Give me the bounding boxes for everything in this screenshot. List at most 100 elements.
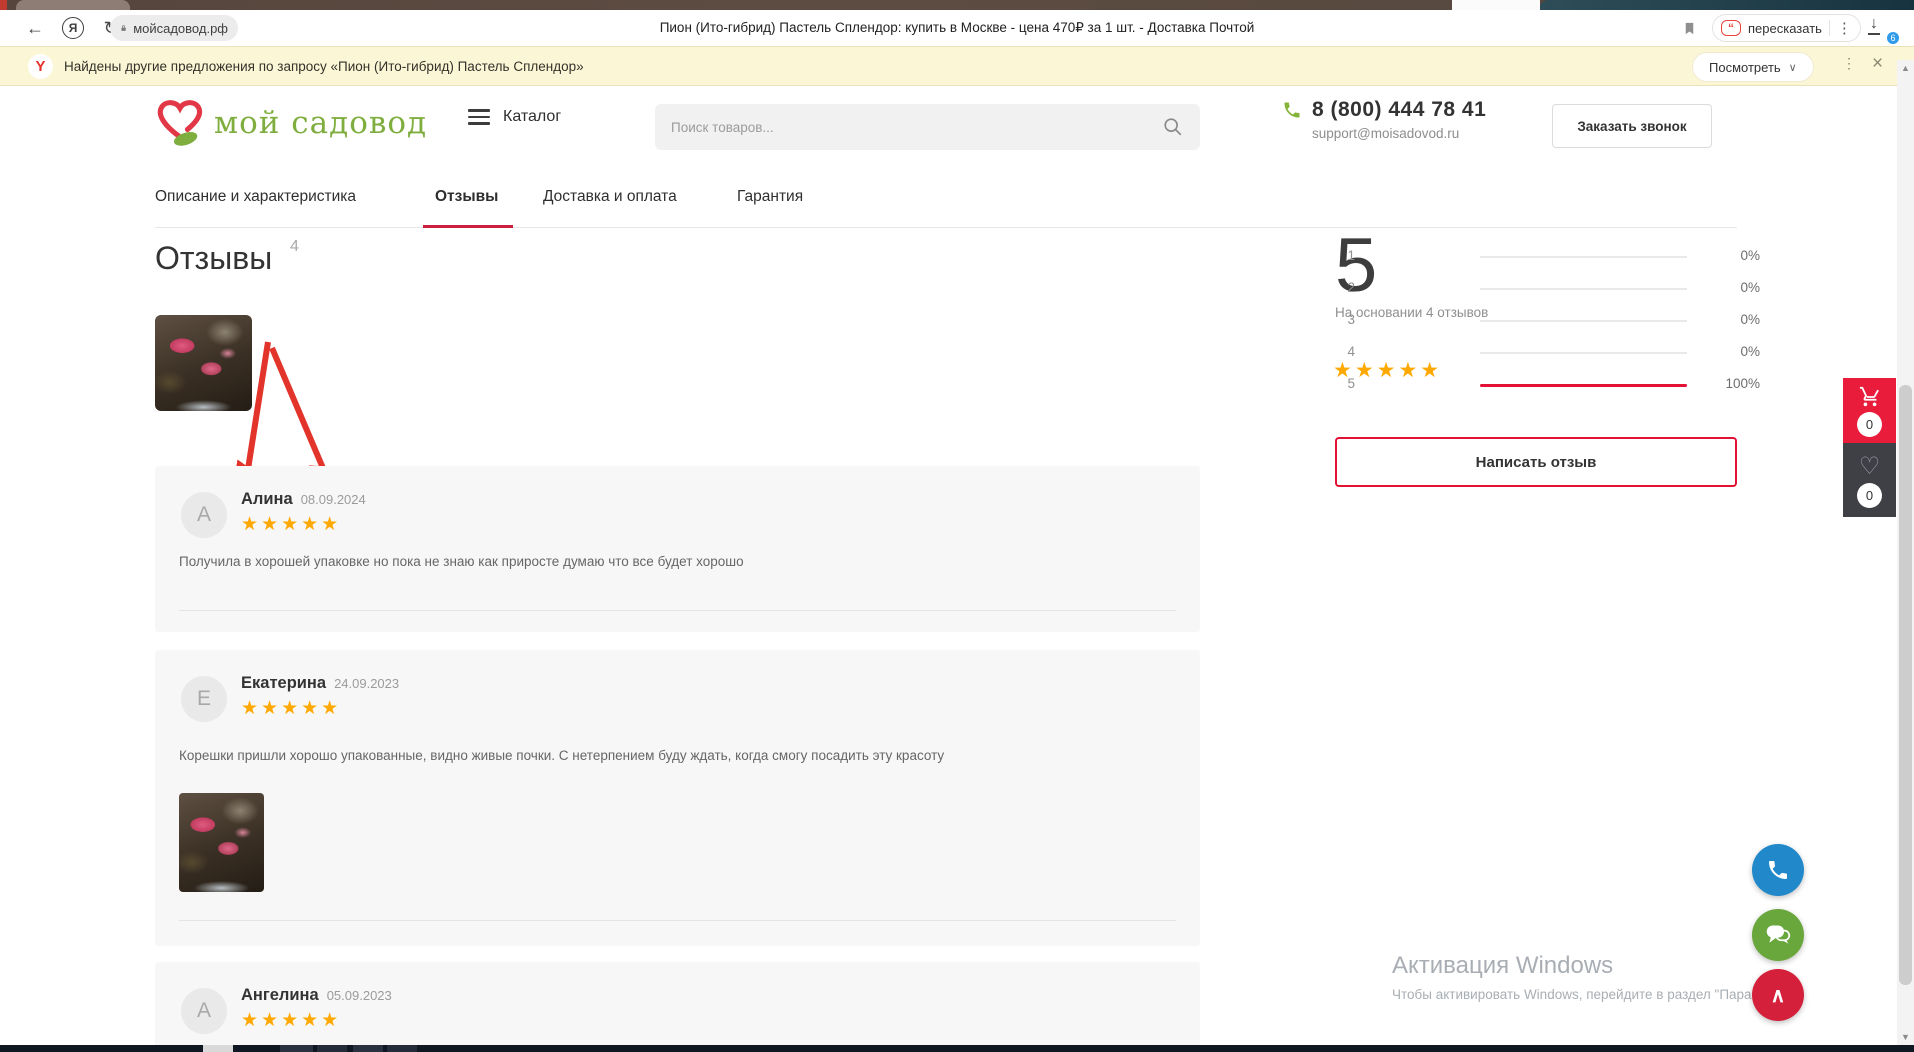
write-review-button[interactable]: Написать отзыв <box>1335 437 1737 487</box>
yandex-notification-bar: Y Найдены другие предложения по запросу … <box>0 46 1914 86</box>
divider <box>179 610 1176 611</box>
support-email[interactable]: support@moisadovod.ru <box>1312 126 1486 141</box>
search-box <box>655 104 1200 150</box>
browser-page-title: Пион (Ито-гибрид) Пастель Сплендор: купи… <box>457 10 1457 46</box>
phone-number[interactable]: 8 (800) 444 78 41 <box>1312 98 1486 122</box>
windows-watermark: Активация Windows Чтобы активировать Win… <box>1392 952 1800 1002</box>
review-date: 05.09.2023 <box>327 988 392 1003</box>
favorites-button[interactable]: ♡ 0 <box>1843 443 1896 517</box>
scrollbar-thumb[interactable] <box>1899 385 1912 985</box>
catalog-label: Каталог <box>503 108 561 126</box>
review-photo-thumbnail[interactable] <box>155 315 252 411</box>
chevron-up-icon: ∧ <box>1771 983 1786 1008</box>
phone-icon <box>1766 858 1790 882</box>
cart-button[interactable]: 0 <box>1843 378 1896 443</box>
bar-percent: 100% <box>1715 376 1760 391</box>
screen: ← Я ↻ мойсадовод.рф Пион (Ито-гибрид) Па… <box>0 0 1914 1052</box>
yandex-letter: Я <box>62 17 84 39</box>
rating-bar-row: 5 100% <box>1335 376 1760 392</box>
bookmark-icon[interactable] <box>1676 10 1702 46</box>
notification-close-icon[interactable]: × <box>1872 53 1883 75</box>
review-stars: ★★★★★ <box>241 513 366 536</box>
bar-percent: 0% <box>1715 248 1760 263</box>
search-icon[interactable] <box>1162 116 1184 138</box>
reviews-title: Отзывы <box>155 240 272 277</box>
site-logo[interactable]: мой садовод <box>152 96 427 150</box>
bar-track <box>1480 320 1687 322</box>
chat-fab[interactable] <box>1752 909 1804 961</box>
avatar: Е <box>181 676 227 722</box>
bar-track <box>1480 352 1687 354</box>
reviewer-name: Екатерина <box>241 674 326 692</box>
browser-tab-right[interactable] <box>1540 0 1914 10</box>
retell-menu-dots-icon[interactable]: ⋮ <box>1837 19 1852 37</box>
rating-bar-row: 1 0% <box>1335 248 1760 264</box>
hamburger-icon <box>468 109 490 125</box>
bar-percent: 0% <box>1715 344 1760 359</box>
site-header: мой садовод Каталог 8 (800) 444 78 41 su… <box>0 86 1914 178</box>
downloads-button[interactable]: ↓ 6 <box>1868 15 1894 41</box>
taskbar-sliver <box>0 1045 1914 1052</box>
reviewer-name: Алина <box>241 490 293 508</box>
scroll-to-top-fab[interactable]: ∧ <box>1752 969 1804 1021</box>
bar-track <box>1480 384 1687 386</box>
catalog-button[interactable]: Каталог <box>468 108 561 126</box>
bar-track <box>1480 288 1687 290</box>
taskbar-icon <box>353 1045 383 1052</box>
tab-delivery[interactable]: Доставка и оплата <box>543 188 677 206</box>
taskbar-icon <box>280 1045 313 1052</box>
phone-icon <box>1282 100 1302 120</box>
avatar: А <box>181 988 227 1034</box>
search-input[interactable] <box>671 120 1162 135</box>
quote-icon: “ <box>1721 20 1741 36</box>
divider <box>179 920 1176 921</box>
reviewer-name: Ангелина <box>241 986 319 1004</box>
bar-percent: 0% <box>1715 312 1760 327</box>
bar-label: 2 <box>1335 280 1355 295</box>
taskbar-icon <box>387 1045 417 1052</box>
tab-reviews[interactable]: Отзывы <box>435 188 498 206</box>
notification-text: Найдены другие предложения по запросу «П… <box>64 59 584 74</box>
logo-heart-icon <box>152 96 208 150</box>
phone-block: 8 (800) 444 78 41 support@moisadovod.ru <box>1282 98 1486 141</box>
notification-view-button[interactable]: Посмотреть ∨ <box>1692 52 1814 82</box>
tab-gap <box>1452 0 1540 10</box>
download-badge: 6 <box>1886 31 1900 45</box>
bar-track <box>1480 256 1687 258</box>
heart-icon: ♡ <box>1859 455 1881 479</box>
tab-sliver <box>0 0 7 10</box>
retell-label: пересказать <box>1748 21 1822 36</box>
order-call-button[interactable]: Заказать звонок <box>1552 104 1712 148</box>
rating-bar-row: 2 0% <box>1335 280 1760 296</box>
cart-count-badge: 0 <box>1857 412 1882 437</box>
scroll-down-icon[interactable]: ▼ <box>1897 1029 1914 1045</box>
scrollbar[interactable]: ▲ ▼ <box>1897 60 1914 1045</box>
reviews-count: 4 <box>290 238 299 256</box>
review-stars: ★★★★★ <box>241 697 399 720</box>
taskbar-icon <box>203 1045 233 1052</box>
yandex-logo-icon: Y <box>28 54 53 79</box>
review-card: А Алина08.09.2024 ★★★★★ Получила в хорош… <box>155 466 1200 632</box>
retell-button[interactable]: “ пересказать ⋮ <box>1712 14 1861 42</box>
callback-fab[interactable] <box>1752 844 1804 896</box>
browser-tab-strip <box>0 0 1914 10</box>
bar-label: 1 <box>1335 248 1355 263</box>
back-button[interactable]: ← <box>20 10 50 46</box>
divider <box>1829 20 1830 36</box>
rating-bar-row: 4 0% <box>1335 344 1760 360</box>
yandex-browser-icon[interactable]: Я <box>58 10 88 46</box>
review-card: Е Екатерина24.09.2023 ★★★★★ Корешки приш… <box>155 650 1200 946</box>
notification-menu-icon[interactable]: ⋮ <box>1842 55 1856 72</box>
bar-label: 3 <box>1335 312 1355 327</box>
rating-bar-row: 3 0% <box>1335 312 1760 328</box>
browser-tab[interactable] <box>16 0 130 10</box>
address-bar[interactable]: мойсадовод.рф <box>110 15 238 41</box>
cart-icon <box>1858 386 1882 408</box>
active-tab-underline <box>423 225 513 228</box>
review-photo[interactable] <box>179 793 264 892</box>
review-stars: ★★★★★ <box>241 1009 392 1032</box>
tab-warranty[interactable]: Гарантия <box>737 188 803 206</box>
scroll-up-icon[interactable]: ▲ <box>1897 60 1914 76</box>
bar-label: 5 <box>1335 376 1355 391</box>
tab-description[interactable]: Описание и характеристика <box>155 188 356 206</box>
